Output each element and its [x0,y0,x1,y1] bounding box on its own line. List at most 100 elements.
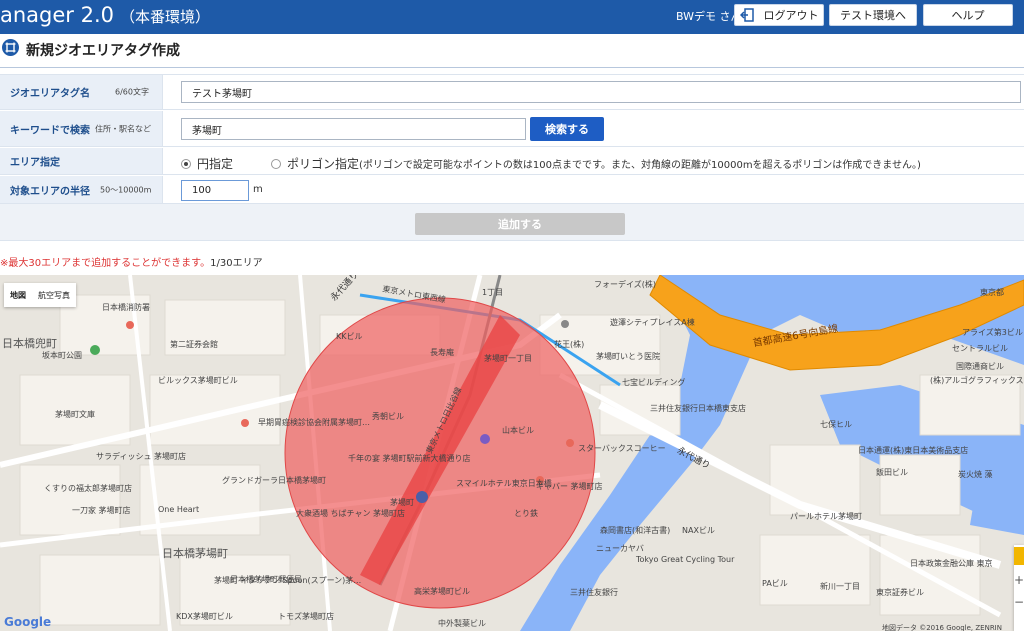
map-label: 新川一丁目 [820,582,860,591]
map-label: 日本政策金融公庫 東京 [910,559,993,568]
page-title-row: 新規ジオエリアタグ作成 [0,34,1024,68]
name-label-cell: ジオエリアタグ名 6/60文字 [0,75,163,109]
map-canvas[interactable]: 地図 航空写真 永代通り 東京メトロ東西線 東京メトロ日比谷線 首都高速6号向島… [0,275,1024,631]
logout-label: ログアウト [763,9,819,22]
map-label: 大衆酒場 ちばチャン 茅場町店 [296,509,406,518]
map-label: グランドガーラ日本橋茅場町 [222,476,326,485]
map-label: 日本橋茅場町 [162,547,228,560]
map-label: 早期胃癌検診協会附属茅場町… [258,418,370,427]
map-label: ギャバー 茅場町店 [536,482,603,491]
name-label: ジオエリアタグ名 [10,88,90,100]
map-label: 山本ビル [502,426,534,435]
map-label: セントラルビル [952,344,1008,353]
map-label: スターバックスコーヒー [578,444,666,453]
area-limit-warning: ※最大30エリアまで追加することができます。 [0,258,211,269]
map-label: PAビル [762,579,788,588]
pegman-icon[interactable] [1014,547,1024,565]
user-name: BWデモ さん [676,10,742,23]
map-label: 1丁目 [482,288,504,297]
polygon-radio[interactable] [271,158,281,169]
map-label: 坂本町公園 [42,351,82,360]
keyword-label: キーワードで検索 [10,125,90,136]
map-label: ビルックス茅場町ビル [158,376,238,385]
area-type-row: エリア指定 円指定 ポリゴン指定 (ポリゴンで設定可能なポイントの数は100点ま… [0,148,1024,175]
map-type-map[interactable]: 地図 [4,283,32,307]
map-label: 茅場町一丁目 [484,354,532,363]
map-label: フォーデイズ(株) [594,280,657,289]
map-label: KKビル [336,332,363,341]
area-count: 1/30エリア [210,258,263,269]
page-title: 新規ジオエリアタグ作成 [26,43,180,59]
map-label: くすりの福太郎茅場町店 [44,484,132,493]
search-button[interactable]: 検索する [530,117,604,141]
polygon-option[interactable]: ポリゴン指定 (ポリゴンで設定可能なポイントの数は100点までです。また、対角線… [271,155,921,172]
logout-button[interactable]: ログアウト [734,4,824,26]
map-label: ニューカヤバ [596,544,644,553]
zoom-out-icon[interactable]: − [1014,595,1024,609]
add-button[interactable]: 追加する [415,213,625,235]
tag-name-input[interactable] [181,81,1021,103]
map-label: 茅場町 イタリアン Spoon(スプーン)茅… [214,576,362,585]
name-row: ジオエリアタグ名 6/60文字 [0,74,1024,110]
area-limit-note: ※最大30エリアまで追加することができます。1/30エリア [0,254,263,269]
keyword-row: キーワードで検索 住所・駅名など 検索する [0,111,1024,147]
radius-input[interactable] [181,180,249,201]
circle-option[interactable]: 円指定 [181,155,233,172]
radius-label: 対象エリアの半径 [10,186,90,197]
map-label: パールホテル茅場町 [790,512,862,521]
map-label: 森岡書店(和洋古書) [600,526,671,535]
map-label: 茅場町 [390,498,414,507]
map-type-control[interactable]: 地図 航空写真 [4,283,76,307]
top-header: anager 2.0 （本番環境） BWデモ さん ログアウト テスト環境へ ヘル… [0,0,1024,34]
environment-label: （本番環境） [120,8,211,26]
logout-icon [739,8,754,22]
map-label: 飯田ビル [876,468,908,477]
map-label: 三井住友銀行 [570,588,618,597]
map-label: とり鉄 [514,509,538,518]
map-label: 国際通商ビル [956,362,1004,371]
map-label: 七宝ビルディング [622,378,686,387]
map-label: 千年の宴 茅場町駅前新大橋通り店 [348,454,471,463]
map-label: アライズ第3ビル [962,328,1023,337]
keyword-search-input[interactable] [181,118,526,140]
radius-label-cell: 対象エリアの半径 50〜10000m [0,176,163,203]
map-label: NAXビル [682,526,715,535]
radius-range-hint: 50〜10000m [100,185,152,194]
radius-row: 対象エリアの半径 50〜10000m m [0,176,1024,204]
map-label: 東京都 [980,288,1004,297]
map-label: トモズ茅場町店 [278,612,334,621]
map-label: 花王(株) [554,340,585,349]
polygon-option-label: ポリゴン指定 [287,157,360,171]
area-label: エリア指定 [10,157,60,169]
polygon-note: (ポリゴンで設定可能なポイントの数は100点までです。また、対角線の距離が100… [359,160,921,171]
circle-radio[interactable] [181,158,191,169]
radius-unit: m [253,184,263,195]
char-count: 6/60文字 [115,87,149,97]
map-label: 高栄茅場町ビル [414,587,470,596]
zoom-in-icon[interactable]: + [1014,573,1024,587]
test-env-button[interactable]: テスト環境へ [829,4,917,26]
map-label: 茅場町文庫 [55,410,95,419]
map-label: 三井住友銀行日本橋東支店 [650,404,746,413]
map-label: 茅場町いとう医院 [596,352,660,361]
keyword-label-cell: キーワードで検索 住所・駅名など [0,111,163,146]
map-label: Tokyo Great Cycling Tour [636,555,735,564]
map-label: サラディッシュ 茅場町店 [96,452,186,461]
area-frame-icon [2,39,19,56]
map-label: 七保ヒル [820,420,852,429]
help-button[interactable]: ヘルプ [923,4,1013,26]
map-label: 日本橋兜町 [2,337,57,350]
map-label: 東京証券ビル [876,588,924,597]
zoom-control[interactable]: + − [1014,545,1024,631]
map-label: KDX茅場町ビル [176,612,233,621]
keyword-hint: 住所・駅名など [95,124,151,133]
area-label-cell: エリア指定 [0,148,163,174]
map-label: 日本通運(株)東日本美術品支店 [858,446,969,455]
map-credit: 地図データ ©2016 Google, ZENRIN [881,624,1002,631]
map-type-satellite[interactable]: 航空写真 [32,283,76,307]
map-label: (株)アルゴグラフィックス [930,376,1024,385]
map-label: 遊澤シティプレイスA棟 [610,318,695,327]
circle-option-label: 円指定 [197,157,234,171]
map-label: 長寿庵 [430,348,454,357]
map-label: 炭火焼 藻 [958,470,993,479]
